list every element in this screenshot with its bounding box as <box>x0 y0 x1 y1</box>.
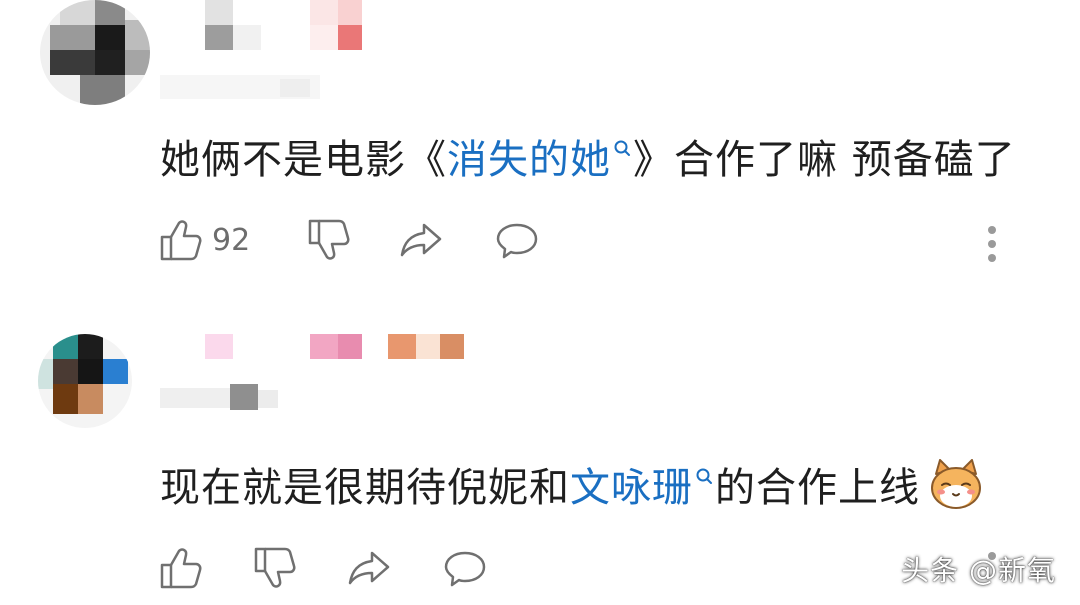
like-button[interactable]: 92 <box>158 216 250 264</box>
reply-button[interactable] <box>442 544 488 592</box>
dislike-button[interactable] <box>252 544 298 592</box>
comment-text: 现在就是很期待倪妮和文咏珊 的合作上线 <box>160 459 984 514</box>
comment-meta <box>160 382 290 412</box>
search-link[interactable]: 消失的她 <box>447 137 633 183</box>
reply-icon <box>496 223 538 259</box>
reply-button[interactable] <box>494 216 540 264</box>
share-icon <box>348 551 390 585</box>
reply-icon <box>444 551 486 587</box>
share-icon <box>400 223 442 257</box>
thumbs-up-icon <box>160 220 202 261</box>
username[interactable] <box>160 0 380 55</box>
more-icon[interactable] <box>978 222 1006 270</box>
dislike-button[interactable] <box>306 216 352 264</box>
share-button[interactable] <box>346 544 392 592</box>
avatar[interactable] <box>40 0 150 105</box>
comment-item: 她俩不是电影《消失的她 》合作了嘛 预备磕了 92 <box>0 0 1080 300</box>
comment-actions <box>158 544 1018 592</box>
like-button[interactable] <box>158 544 212 592</box>
avatar[interactable] <box>38 334 132 428</box>
thumbs-down-icon <box>308 219 350 260</box>
watermark: 头条 @新氧 <box>901 554 1056 587</box>
search-link[interactable]: 文咏珊 <box>570 465 715 511</box>
like-count: 92 <box>212 222 251 258</box>
search-icon <box>696 468 712 484</box>
comment-actions: 92 <box>158 216 1018 264</box>
username[interactable] <box>160 334 480 364</box>
search-icon <box>614 140 630 156</box>
thumbs-up-icon <box>160 548 202 589</box>
emoji-icon <box>931 459 981 509</box>
share-button[interactable] <box>398 216 444 264</box>
thumbs-down-icon <box>254 547 296 588</box>
comment-meta <box>160 75 320 103</box>
comment-text: 她俩不是电影《消失的她 》合作了嘛 预备磕了 <box>160 137 1016 183</box>
